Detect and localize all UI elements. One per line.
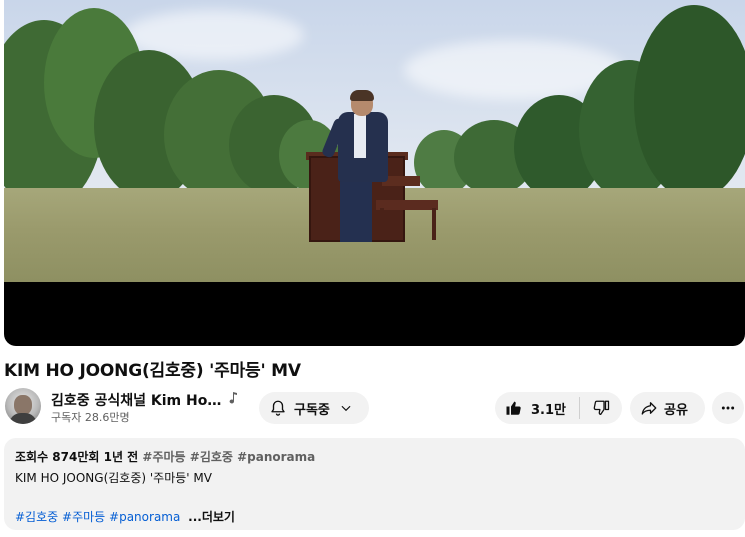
hashtag-link[interactable]: #김호중	[15, 510, 58, 524]
more-actions-button[interactable]	[712, 392, 744, 424]
description-text: KIM HO JOONG(김호중) '주마등' MV	[15, 471, 212, 485]
dislike-button[interactable]	[580, 392, 622, 424]
channel-avatar[interactable]	[5, 388, 41, 424]
channel-name[interactable]: 김호중 공식채널 Kim Hoj...	[51, 390, 223, 410]
share-label: 공유	[664, 402, 688, 418]
video-player[interactable]	[4, 0, 745, 346]
music-note-icon	[229, 392, 237, 404]
like-count: 3.1만	[531, 402, 566, 418]
subscriber-count: 구독자 28.6만명	[51, 411, 130, 424]
hashtag-link[interactable]: #주마등	[62, 510, 105, 524]
like-button[interactable]: 3.1만	[495, 392, 579, 424]
chevron-down-icon	[341, 405, 351, 412]
share-button[interactable]: 공유	[630, 392, 705, 424]
thumbs-up-icon	[506, 401, 521, 415]
show-more-link[interactable]: ...더보기	[188, 510, 235, 524]
more-horizontal-icon	[721, 406, 735, 410]
video-title: KIM HO JOONG(김호중) '주마등' MV	[4, 361, 301, 381]
view-stats: 조회수 874만회 1년 전	[15, 450, 139, 464]
hashtag-link[interactable]: #panorama	[109, 510, 180, 524]
thumbs-down-icon	[593, 400, 610, 416]
video-frame	[4, 0, 745, 282]
header-hashtags[interactable]: #주마등 #김호중 #panorama	[142, 450, 315, 464]
like-dislike-group: 3.1만	[495, 392, 622, 424]
share-icon	[641, 402, 657, 415]
subscribe-label: 구독중	[294, 402, 330, 418]
description-meta: 조회수 874만회 1년 전 #주마등 #김호중 #panorama	[15, 448, 734, 465]
description-hashtags: #김호중 #주마등 #panorama ...더보기	[15, 508, 734, 525]
description-box[interactable]: 조회수 874만회 1년 전 #주마등 #김호중 #panorama KIM H…	[4, 438, 745, 530]
subscribe-button[interactable]: 구독중	[259, 392, 369, 424]
bell-icon	[271, 400, 285, 416]
